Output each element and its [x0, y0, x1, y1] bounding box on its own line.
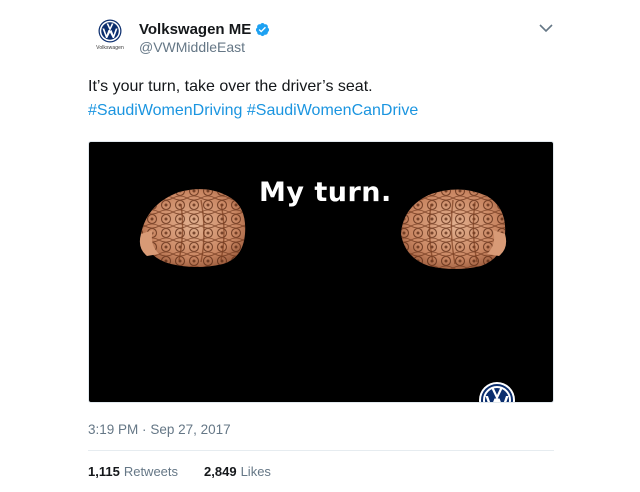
retweets-stat[interactable]: 1,115 Retweets	[88, 464, 178, 479]
divider	[88, 450, 554, 451]
likes-stat[interactable]: 2,849 Likes	[204, 464, 271, 479]
likes-label: Likes	[240, 464, 271, 479]
tweet-stats: 1,115 Retweets 2,849 Likes	[88, 464, 297, 479]
tweet-card: Volkswagen Volkswagen ME @VWMiddleEast I…	[0, 0, 640, 492]
retweets-count: 1,115	[88, 464, 120, 479]
tweet-body: It’s your turn, take over the driver’s s…	[88, 78, 373, 95]
tweet-text: It’s your turn, take over the driver’s s…	[88, 75, 568, 123]
henna-fist-icon	[139, 189, 246, 267]
hashtag-link[interactable]: #SaudiWomenDriving	[88, 102, 242, 119]
likes-count: 2,849	[204, 464, 237, 479]
tweet-media[interactable]: My turn.	[88, 141, 554, 403]
tweet-timestamp[interactable]: 3:19 PM · Sep 27, 2017	[88, 422, 231, 437]
retweets-label: Retweets	[123, 464, 179, 479]
chevron-down-icon[interactable]	[538, 20, 554, 36]
vw-logo-icon	[98, 19, 122, 43]
avatar[interactable]: Volkswagen	[88, 14, 132, 58]
timestamp-separator: ·	[142, 422, 147, 437]
author-display-name[interactable]: Volkswagen ME	[139, 21, 251, 38]
vw-logo-icon	[479, 382, 515, 402]
author-name-row[interactable]: Volkswagen ME	[139, 19, 270, 39]
avatar-caption: Volkswagen	[96, 45, 124, 51]
tweet-time: 3:19 PM	[88, 422, 139, 437]
author-handle[interactable]: @VWMiddleEast	[139, 39, 245, 55]
henna-fist-icon	[401, 189, 507, 269]
media-headline: My turn.	[259, 177, 392, 208]
hashtag-link[interactable]: #SaudiWomenCanDrive	[247, 102, 418, 119]
tweet-date: Sep 27, 2017	[150, 422, 231, 437]
verified-badge-icon	[256, 22, 270, 36]
